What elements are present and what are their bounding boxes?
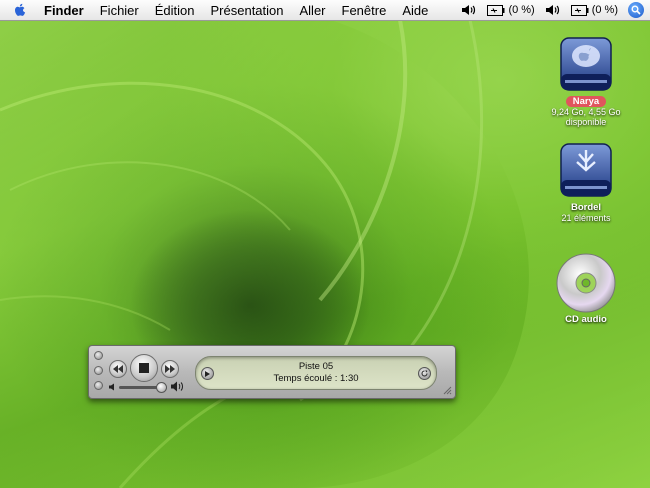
- desktop-icon-label: Narya: [565, 96, 607, 107]
- firewire-drive-icon: [560, 143, 612, 197]
- desktop-icon-info: 21 éléments: [561, 213, 611, 223]
- next-button[interactable]: [161, 360, 179, 378]
- previous-button[interactable]: [109, 360, 127, 378]
- desktop-icon-narya[interactable]: Narya 9,24 Go, 4,55 Go disponible: [530, 34, 642, 127]
- stop-button[interactable]: [130, 354, 158, 382]
- menu-aller[interactable]: Aller: [292, 3, 334, 18]
- track-name: Piste 05: [298, 361, 334, 372]
- elapsed-time: Temps écoulé : 1:30: [273, 373, 359, 384]
- menu-fenetre[interactable]: Fenêtre: [334, 3, 395, 18]
- track-display: Piste 05 Temps écoulé : 1:30: [195, 356, 437, 390]
- battery-icon: [570, 4, 589, 16]
- spotlight-icon[interactable]: [628, 2, 644, 18]
- close-window-button[interactable]: [94, 351, 103, 360]
- menu-finder[interactable]: Finder: [40, 3, 92, 18]
- menubar-status-area: (0 %) (0 %): [461, 0, 650, 20]
- menu-fichier[interactable]: Fichier: [92, 3, 147, 18]
- cd-icon: [556, 253, 616, 313]
- desktop-icon-bordel[interactable]: Bordel 21 éléments: [540, 140, 632, 223]
- battery-percent-2: (0 %): [591, 4, 618, 16]
- mini-player-window: Piste 05 Temps écoulé : 1:30: [88, 345, 456, 399]
- speaker-icon: [545, 5, 559, 15]
- desktop-icon-label: Bordel: [570, 202, 602, 213]
- battery-icon: [487, 4, 505, 16]
- volume-slider-knob[interactable]: [155, 382, 167, 393]
- play-icon: [205, 370, 210, 377]
- volume-low-icon: [109, 383, 114, 391]
- hard-drive-icon: [560, 37, 612, 91]
- volume-status[interactable]: [461, 4, 477, 16]
- zoom-window-button[interactable]: [94, 381, 103, 390]
- volume-high-icon: [171, 381, 183, 392]
- magnifier-icon: [631, 5, 641, 15]
- desktop-icon-info: 9,24 Go, 4,55 Go disponible: [551, 107, 621, 127]
- menu-edition[interactable]: Édition: [147, 3, 203, 18]
- display-play-toggle[interactable]: [201, 367, 214, 380]
- desktop-icon-cd-audio[interactable]: CD audio: [540, 252, 632, 325]
- desktop-icon-label: CD audio: [565, 314, 607, 325]
- fast-forward-icon: [165, 365, 175, 373]
- stop-icon: [139, 363, 149, 373]
- display-mode-toggle[interactable]: [418, 367, 431, 380]
- resize-grip-icon[interactable]: [443, 386, 452, 395]
- apple-menu-icon[interactable]: [12, 2, 28, 18]
- battery-percent-1: (0 %): [508, 4, 535, 16]
- volume-status-2[interactable]: [545, 4, 561, 16]
- menu-aide[interactable]: Aide: [394, 3, 436, 18]
- speaker-icon: [462, 5, 476, 15]
- menubar: Finder Fichier Édition Présentation Alle…: [0, 0, 650, 21]
- menu-presentation[interactable]: Présentation: [203, 3, 292, 18]
- battery-status-1[interactable]: (0 %): [487, 4, 535, 16]
- refresh-icon: [421, 370, 428, 377]
- battery-status-2[interactable]: (0 %): [570, 4, 618, 16]
- minimize-window-button[interactable]: [94, 366, 103, 375]
- rewind-icon: [113, 365, 123, 373]
